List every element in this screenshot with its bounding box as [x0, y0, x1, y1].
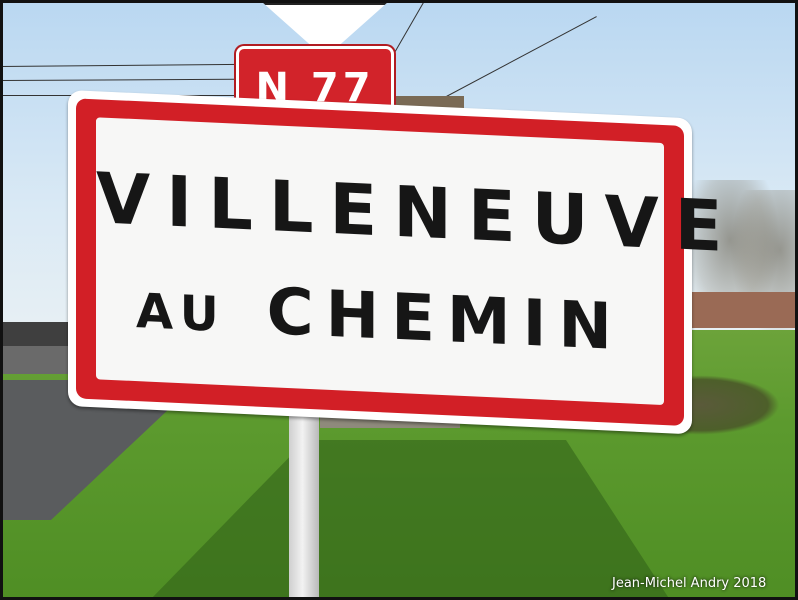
photo-scene: N 77 VILLENEUVE AU CHEMIN Jean-Michel And… — [0, 0, 798, 600]
town-name-au: AU — [136, 283, 227, 344]
sign-pole — [289, 405, 319, 600]
town-name-line1: VILLENEUVE — [96, 157, 739, 269]
town-name-line2: AU CHEMIN — [96, 267, 664, 367]
distant-house — [690, 292, 798, 328]
farm-building-roof — [0, 322, 72, 346]
town-entry-sign: VILLENEUVE AU CHEMIN — [68, 90, 739, 435]
sign-panel: VILLENEUVE AU CHEMIN — [96, 117, 739, 406]
town-name-chemin: CHEMIN — [266, 275, 624, 366]
photo-credit: Jean-Michel Andry 2018 — [612, 576, 767, 591]
